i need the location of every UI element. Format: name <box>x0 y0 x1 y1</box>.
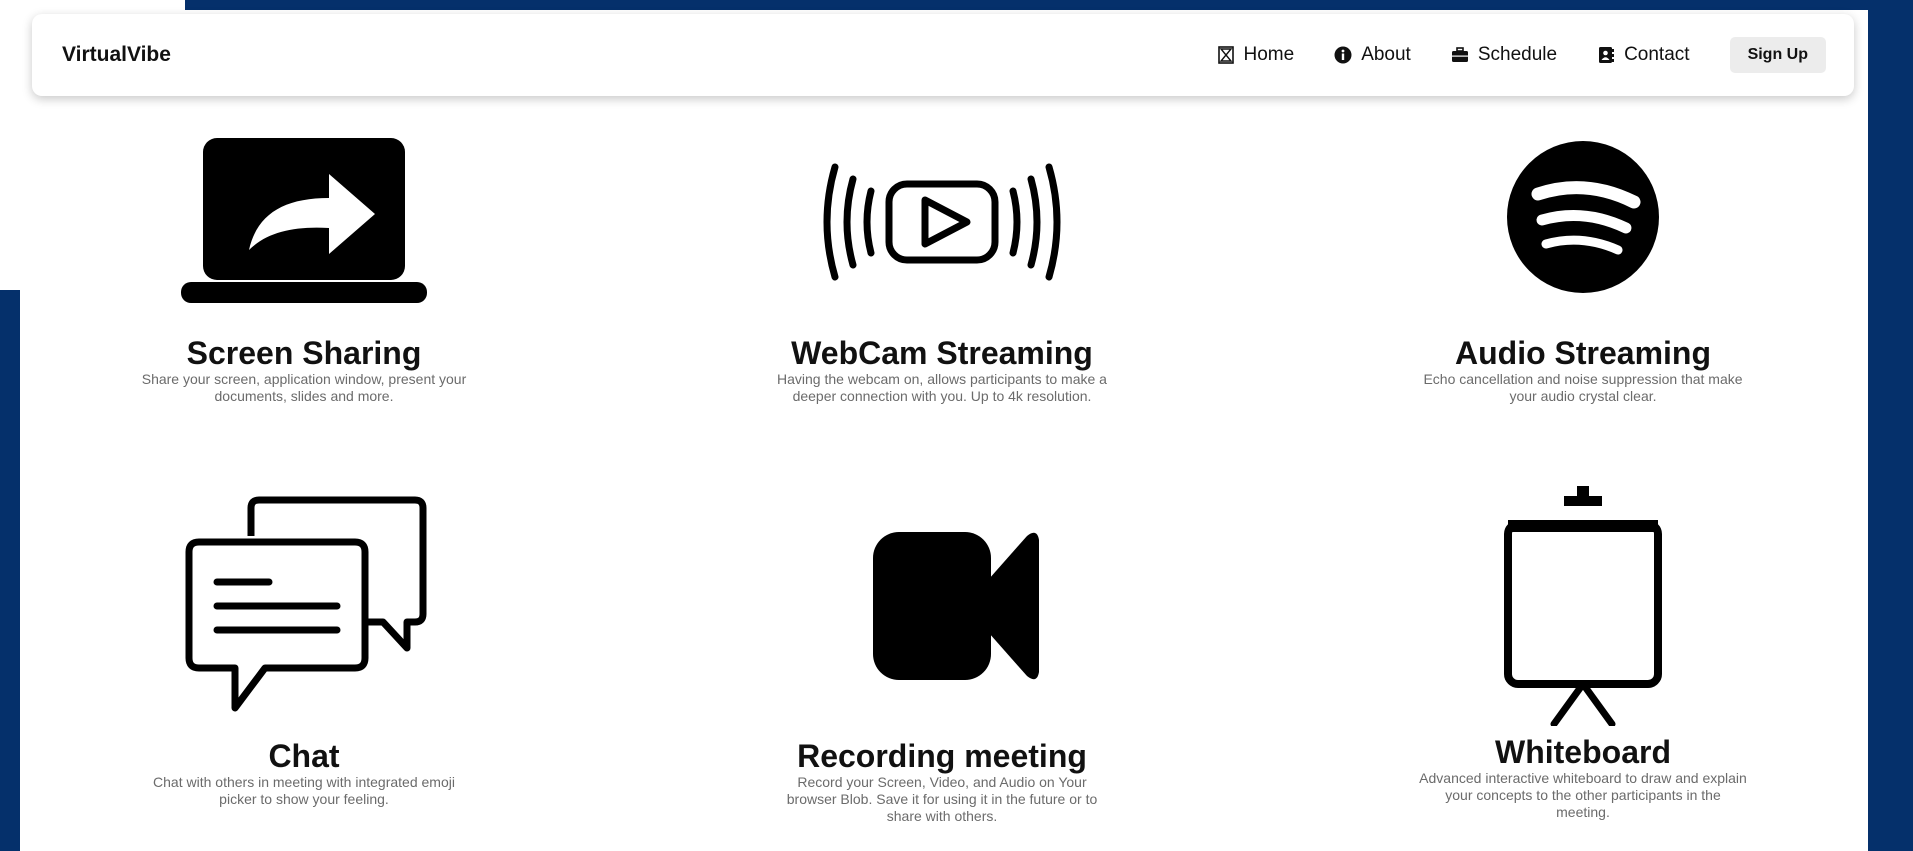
nav-schedule[interactable]: Schedule <box>1451 44 1557 66</box>
nav-home-label: Home <box>1243 44 1295 65</box>
nav-links: Home About Schedule Contact Sign Up <box>1217 14 1826 96</box>
signup-button[interactable]: Sign Up <box>1729 37 1826 73</box>
feature-title: Whiteboard <box>1495 734 1671 770</box>
feature-title: Chat <box>268 738 340 774</box>
feature-chat: Chat Chat with others in meeting with in… <box>114 496 494 808</box>
hourglass-icon <box>1217 46 1234 64</box>
feature-audio-streaming: Audio Streaming Echo cancellation and no… <box>1393 132 1773 405</box>
feature-screen-sharing: Screen Sharing Share your screen, applic… <box>114 132 494 405</box>
whiteboard-easel-icon <box>1504 486 1662 726</box>
brand-logo[interactable]: VirtualVibe <box>62 14 171 96</box>
feature-description: Echo cancellation and noise suppression … <box>1423 371 1743 404</box>
nav-schedule-label: Schedule <box>1477 44 1558 65</box>
feature-recording-meeting: Recording meeting Record your Screen, Vi… <box>752 496 1132 825</box>
address-book-icon <box>1599 47 1615 63</box>
nav-about-label: About <box>1361 44 1411 65</box>
decorative-band-top <box>185 0 1913 10</box>
feature-description: Share your screen, application window, p… <box>141 371 467 404</box>
laptop-share-icon <box>181 138 427 303</box>
video-camera-icon <box>873 532 1039 680</box>
navbar: VirtualVibe Home About Schedule Contact … <box>32 14 1854 96</box>
feature-whiteboard: Whiteboard Advanced interactive whiteboa… <box>1393 480 1773 821</box>
spotify-icon <box>1507 141 1659 293</box>
nav-contact[interactable]: Contact <box>1597 44 1690 66</box>
feature-description: Chat with others in meeting with integra… <box>153 774 455 807</box>
nav-home[interactable]: Home <box>1217 44 1295 66</box>
nav-about[interactable]: About <box>1334 44 1411 66</box>
feature-title: Recording meeting <box>797 738 1087 774</box>
feature-description: Record your Screen, Video, and Audio on … <box>786 774 1098 824</box>
info-icon <box>1334 46 1352 64</box>
feature-description: Having the webcam on, allows participant… <box>777 371 1107 404</box>
briefcase-icon <box>1451 47 1468 62</box>
nav-contact-label: Contact <box>1624 44 1690 65</box>
decorative-band-left <box>0 290 20 851</box>
feature-webcam-streaming: WebCam Streaming Having the webcam on, a… <box>752 132 1132 405</box>
broadcast-play-icon <box>823 163 1061 281</box>
feature-title: Screen Sharing <box>186 335 422 371</box>
chat-bubbles-icon <box>185 496 427 712</box>
feature-title: WebCam Streaming <box>791 335 1093 371</box>
feature-description: Advanced interactive whiteboard to draw … <box>1419 770 1747 820</box>
feature-title: Audio Streaming <box>1454 335 1711 371</box>
decorative-band-right <box>1868 0 1913 851</box>
